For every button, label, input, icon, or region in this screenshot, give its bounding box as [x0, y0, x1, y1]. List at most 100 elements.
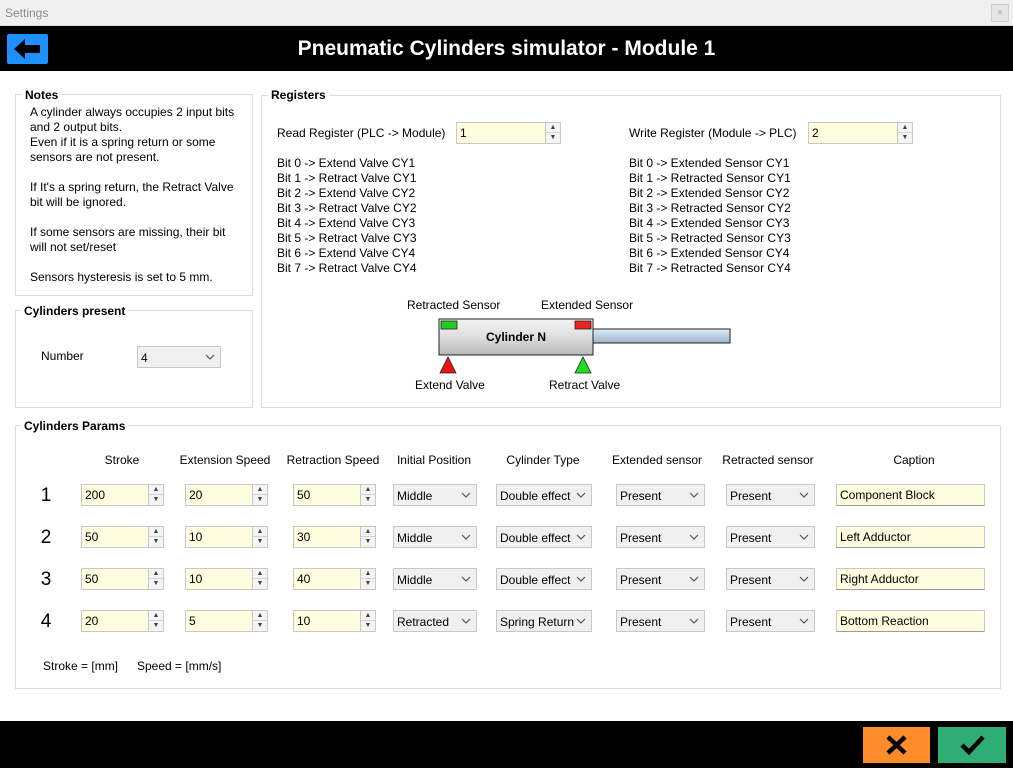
extension-speed-input[interactable]: [186, 569, 252, 589]
extension-speed-spinner[interactable]: ▲▼: [185, 568, 268, 590]
cylinder-count-select[interactable]: 4: [137, 346, 221, 368]
spin-up-icon[interactable]: ▲: [361, 611, 375, 621]
retracted-sensor-select[interactable]: Present: [726, 484, 815, 506]
retraction-speed-input[interactable]: [294, 485, 360, 505]
retraction-speed-spinner[interactable]: ▲▼: [293, 610, 376, 632]
caption-input[interactable]: [837, 527, 984, 547]
spin-down-icon[interactable]: ▼: [898, 133, 912, 143]
spin-up-icon[interactable]: ▲: [361, 485, 375, 495]
extended-sensor-select[interactable]: Present: [616, 568, 705, 590]
chevron-down-icon: [689, 576, 699, 582]
initial-position-select[interactable]: Middle: [393, 526, 477, 548]
caption-field[interactable]: [836, 610, 985, 632]
write-register-input[interactable]: [809, 123, 897, 143]
stroke-input[interactable]: [82, 569, 148, 589]
spinner-buttons[interactable]: ▲ ▼: [252, 569, 267, 589]
stroke-input[interactable]: [82, 485, 148, 505]
spin-down-icon[interactable]: ▼: [361, 579, 375, 589]
caption-input[interactable]: [837, 611, 984, 631]
spinner-buttons[interactable]: ▲ ▼: [360, 527, 375, 547]
retraction-speed-input[interactable]: [294, 611, 360, 631]
extension-speed-input[interactable]: [186, 611, 252, 631]
spinner-buttons[interactable]: ▲ ▼: [252, 485, 267, 505]
spinner-buttons[interactable]: ▲ ▼: [360, 611, 375, 631]
extended-sensor-select[interactable]: Present: [616, 526, 705, 548]
stroke-spinner[interactable]: ▲▼: [81, 610, 164, 632]
stroke-input[interactable]: [82, 611, 148, 631]
ok-button[interactable]: [938, 727, 1006, 763]
spin-up-icon[interactable]: ▲: [149, 611, 163, 621]
read-register-spinner[interactable]: ▲▼: [456, 122, 561, 144]
spinner-buttons[interactable]: ▲ ▼: [252, 527, 267, 547]
cylinder-type-select[interactable]: Double effect: [496, 568, 592, 590]
spinner-buttons[interactable]: ▲ ▼: [148, 527, 163, 547]
spin-up-icon[interactable]: ▲: [149, 485, 163, 495]
spin-up-icon[interactable]: ▲: [253, 485, 267, 495]
stroke-spinner[interactable]: ▲▼: [81, 568, 164, 590]
extension-speed-input[interactable]: [186, 485, 252, 505]
spin-down-icon[interactable]: ▼: [149, 579, 163, 589]
spin-up-icon[interactable]: ▲: [361, 527, 375, 537]
initial-position-select[interactable]: Retracted: [393, 610, 477, 632]
spin-down-icon[interactable]: ▼: [253, 621, 267, 631]
stroke-input[interactable]: [82, 527, 148, 547]
extension-speed-spinner[interactable]: ▲▼: [185, 526, 268, 548]
spin-up-icon[interactable]: ▲: [546, 123, 560, 133]
extended-sensor-select[interactable]: Present: [616, 484, 705, 506]
initial-position-select[interactable]: Middle: [393, 484, 477, 506]
spinner-buttons[interactable]: ▲ ▼: [360, 569, 375, 589]
spinner-buttons[interactable]: ▲ ▼: [148, 569, 163, 589]
spin-down-icon[interactable]: ▼: [361, 495, 375, 505]
cylinder-type-select[interactable]: Double effect: [496, 526, 592, 548]
spin-up-icon[interactable]: ▲: [149, 569, 163, 579]
spin-up-icon[interactable]: ▲: [898, 123, 912, 133]
retracted-sensor-select[interactable]: Present: [726, 568, 815, 590]
caption-field[interactable]: [836, 568, 985, 590]
extension-speed-spinner[interactable]: ▲▼: [185, 610, 268, 632]
window-close-button[interactable]: ×: [991, 4, 1009, 22]
retraction-speed-spinner[interactable]: ▲▼: [293, 484, 376, 506]
cancel-button[interactable]: [863, 727, 930, 763]
extension-speed-spinner[interactable]: ▲▼: [185, 484, 268, 506]
cylinder-type-select[interactable]: Spring Return: [496, 610, 592, 632]
spinner-buttons[interactable]: ▲ ▼: [148, 485, 163, 505]
stroke-spinner[interactable]: ▲▼: [81, 526, 164, 548]
spin-down-icon[interactable]: ▼: [361, 537, 375, 547]
caption-input[interactable]: [837, 569, 984, 589]
extension-speed-input[interactable]: [186, 527, 252, 547]
spin-down-icon[interactable]: ▼: [253, 495, 267, 505]
caption-field[interactable]: [836, 484, 985, 506]
caption-input[interactable]: [837, 485, 984, 505]
spin-down-icon[interactable]: ▼: [361, 621, 375, 631]
read-register-input[interactable]: [457, 123, 545, 143]
spinner-buttons[interactable]: ▲ ▼: [545, 123, 560, 143]
retraction-speed-spinner[interactable]: ▲▼: [293, 568, 376, 590]
spin-down-icon[interactable]: ▼: [149, 537, 163, 547]
caption-field[interactable]: [836, 526, 985, 548]
spin-down-icon[interactable]: ▼: [149, 495, 163, 505]
initial-position-select[interactable]: Middle: [393, 568, 477, 590]
spin-up-icon[interactable]: ▲: [253, 569, 267, 579]
spinner-buttons[interactable]: ▲ ▼: [360, 485, 375, 505]
spinner-buttons[interactable]: ▲ ▼: [148, 611, 163, 631]
retraction-speed-input[interactable]: [294, 569, 360, 589]
spin-up-icon[interactable]: ▲: [149, 527, 163, 537]
spinner-buttons[interactable]: ▲ ▼: [897, 123, 912, 143]
extended-sensor-select[interactable]: Present: [616, 610, 705, 632]
spin-down-icon[interactable]: ▼: [253, 537, 267, 547]
spin-down-icon[interactable]: ▼: [149, 621, 163, 631]
spin-down-icon[interactable]: ▼: [253, 579, 267, 589]
write-register-spinner[interactable]: ▲▼: [808, 122, 913, 144]
cylinder-type-select[interactable]: Double effect: [496, 484, 592, 506]
back-button[interactable]: [7, 34, 48, 64]
spin-up-icon[interactable]: ▲: [361, 569, 375, 579]
retracted-sensor-select[interactable]: Present: [726, 526, 815, 548]
spin-up-icon[interactable]: ▲: [253, 527, 267, 537]
spin-down-icon[interactable]: ▼: [546, 133, 560, 143]
spinner-buttons[interactable]: ▲ ▼: [252, 611, 267, 631]
spin-up-icon[interactable]: ▲: [253, 611, 267, 621]
retracted-sensor-select[interactable]: Present: [726, 610, 815, 632]
stroke-spinner[interactable]: ▲▼: [81, 484, 164, 506]
retraction-speed-spinner[interactable]: ▲▼: [293, 526, 376, 548]
retraction-speed-input[interactable]: [294, 527, 360, 547]
